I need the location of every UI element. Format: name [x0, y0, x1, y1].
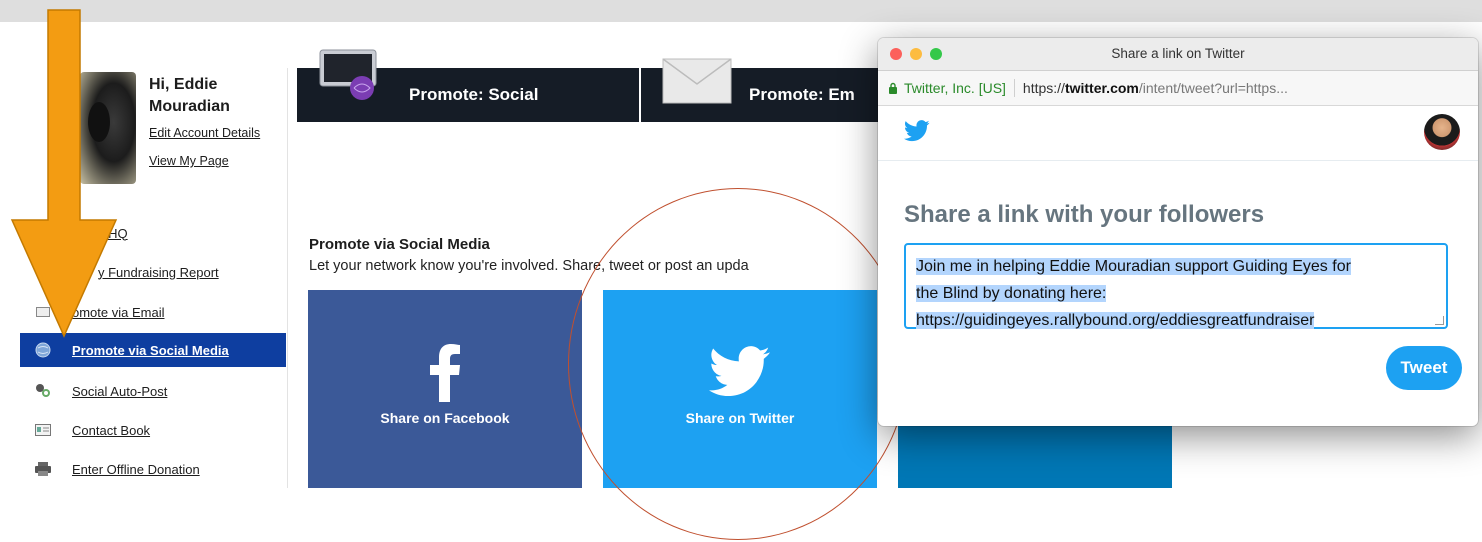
- share-heading: Share a link with your followers: [904, 201, 1265, 228]
- popup-titlebar: Share a link on Twitter: [878, 38, 1478, 71]
- twitter-share-popup: Share a link on Twitter Twitter, Inc. [U…: [878, 38, 1478, 426]
- share-facebook-label: Share on Facebook: [380, 410, 510, 426]
- section-title: Promote via Social Media: [309, 236, 490, 253]
- tweet-text-line: the Blind by donating here:: [916, 285, 1107, 302]
- sidebar-divider: [287, 68, 288, 488]
- nav-item-contact-book[interactable]: Contact Book: [20, 413, 286, 447]
- lock-icon: [889, 82, 897, 94]
- twitter-logo-icon: [904, 120, 930, 142]
- nav-item-label: Enter Offline Donation: [72, 461, 200, 477]
- people-icon: [34, 384, 52, 398]
- facebook-icon: [428, 342, 462, 402]
- nav-item-offline-donation[interactable]: Enter Offline Donation: [20, 452, 286, 486]
- globe-icon: [34, 342, 52, 358]
- highlight-circle: [568, 188, 908, 540]
- envelope-icon: [662, 58, 732, 104]
- url-separator: [1013, 79, 1015, 97]
- url-path: /intent/tweet?url=https...: [1138, 80, 1288, 96]
- popup-header: [878, 106, 1478, 161]
- user-avatar[interactable]: [1424, 114, 1460, 150]
- monitor-icon: [319, 49, 377, 100]
- url-scheme: https://: [1022, 80, 1065, 96]
- share-facebook-card[interactable]: Share on Facebook: [308, 290, 582, 488]
- tweet-textarea[interactable]: Join me in helping Eddie Mouradian suppo…: [904, 243, 1448, 329]
- arrow-down-icon: [10, 9, 118, 338]
- tab-label: Promote: Social: [409, 85, 539, 104]
- nav-item-label: Contact Book: [72, 422, 151, 438]
- resize-handle[interactable]: [1435, 316, 1444, 325]
- greeting-line1: Hi, Eddie: [149, 76, 218, 93]
- nav-item-label: Promote via Social Media: [72, 342, 229, 358]
- address-bar[interactable]: Twitter, Inc. [US] https://twitter.com/i…: [878, 71, 1478, 106]
- tweet-text-line: Join me in helping Eddie Mouradian suppo…: [916, 258, 1351, 275]
- edit-account-link[interactable]: Edit Account Details: [149, 126, 260, 140]
- view-my-page-link[interactable]: View My Page: [149, 154, 229, 168]
- nav-item-social-auto-post[interactable]: Social Auto-Post: [20, 374, 286, 408]
- greeting-line2: Mouradian: [149, 98, 230, 115]
- top-bar: [0, 0, 1482, 22]
- tweet-text-line: https://guidingeyes.rallybound.org/eddie…: [916, 312, 1315, 329]
- greeting: Hi, Eddie Mouradian: [149, 74, 289, 118]
- popup-window-title: Share a link on Twitter: [1111, 46, 1245, 61]
- nav-item-label: Social Auto-Post: [72, 383, 168, 399]
- site-org-label: Twitter, Inc. [US]: [904, 80, 1006, 96]
- url-host: twitter.com: [1064, 80, 1139, 96]
- contact-card-icon: [34, 423, 52, 437]
- printer-icon: [34, 462, 52, 476]
- tweet-button[interactable]: Tweet: [1386, 346, 1462, 390]
- tab-label: Promote: Em: [749, 85, 855, 104]
